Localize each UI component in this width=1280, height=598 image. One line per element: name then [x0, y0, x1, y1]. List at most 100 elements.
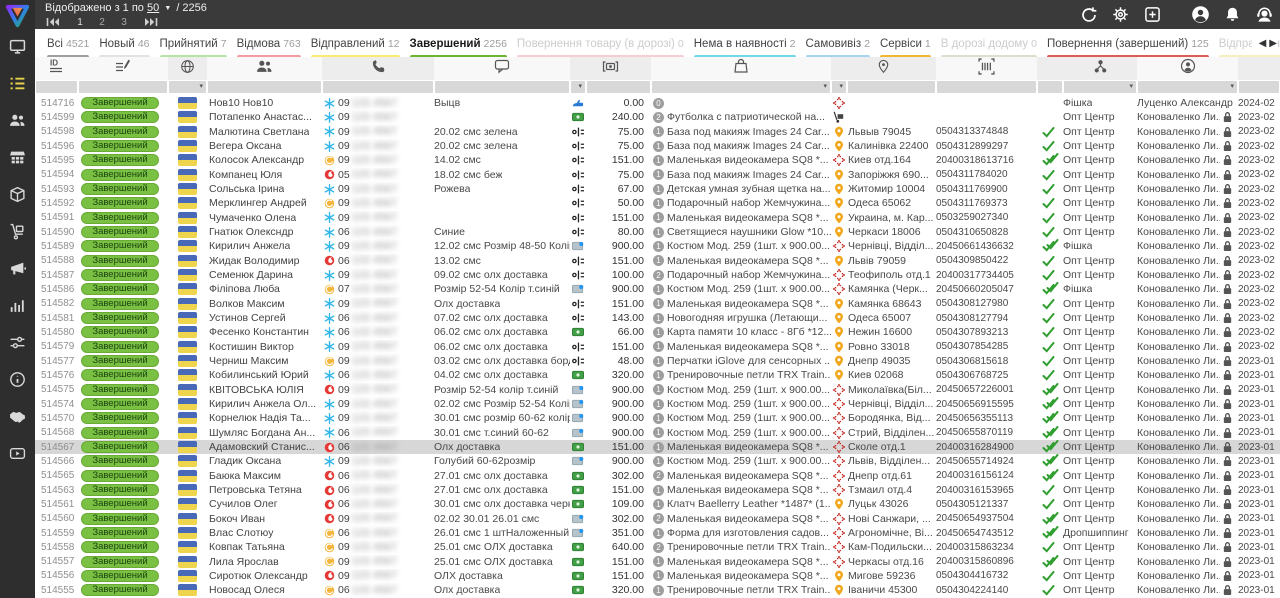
sidebar-item-products[interactable] [9, 188, 26, 205]
sidebar-item-info[interactable] [9, 373, 26, 390]
table-row[interactable]: 514575ЗавершенийКВІТОВСЬКА ЮЛІЯ09123 456… [35, 383, 1280, 397]
table-row[interactable]: 514567ЗавершенийАдамовский Станис...0612… [35, 440, 1280, 454]
table-row[interactable]: 514559ЗавершенийВлас Слотюу06123 456726.… [35, 526, 1280, 540]
table-row[interactable]: 514595ЗавершенийКолосок Александр09123 4… [35, 153, 1280, 167]
sidebar-item-marketing[interactable] [9, 262, 26, 279]
table-row[interactable]: 514591ЗавершенийЧумаченко Олена09123 456… [35, 211, 1280, 225]
first-page-icon[interactable] [45, 17, 61, 28]
table-row[interactable]: 514568ЗавершенийШумляс Богдана Ан...0612… [35, 426, 1280, 440]
table-row[interactable]: 514556ЗавершенийСиротюк Олександр09123 4… [35, 569, 1280, 583]
table-row[interactable]: 514557ЗавершенийЛила Ярослав09123 456725… [35, 555, 1280, 569]
filter-dropdown-source[interactable]: ▾ [1064, 81, 1136, 93]
filter-input-date[interactable] [1239, 81, 1279, 93]
filter-dropdown-country[interactable]: ▾ [169, 81, 206, 93]
table-row[interactable]: 514589ЗавершенийКирилич Анжела09123 4567… [35, 239, 1280, 253]
notifications-bell-icon[interactable] [1223, 5, 1242, 24]
column-header-status[interactable] [78, 57, 168, 80]
tab-повернення-товару-в-дорозі-[interactable]: Повернення товару (в дорозі)0 [517, 29, 684, 57]
tab-в-дорозі-додому[interactable]: В дорозі додому0 [941, 29, 1037, 57]
filter-input-phone[interactable] [323, 81, 433, 93]
filter-input-ttn[interactable] [937, 81, 1036, 93]
refresh-icon[interactable] [1079, 5, 1098, 24]
tabs-scroll-right-icon[interactable]: ▶ [1269, 38, 1277, 49]
table-row[interactable]: 514577ЗавершенийЧерниш Максим09123 45670… [35, 354, 1280, 368]
tab-всі[interactable]: Всі4521 [47, 29, 89, 57]
table-row[interactable]: 514581ЗавершенийУстинов Сергей06123 4567… [35, 311, 1280, 325]
sidebar-item-settings[interactable] [9, 336, 26, 353]
tab-прийнятий[interactable]: Прийнятий7 [160, 29, 227, 57]
last-page-icon[interactable] [143, 17, 159, 28]
filter-input-customer[interactable] [208, 81, 321, 93]
table-row[interactable]: 514599ЗавершенийПотапенко Анастас...0912… [35, 110, 1280, 124]
column-header-ttn[interactable] [936, 57, 1037, 80]
filter-input-address[interactable] [848, 81, 935, 93]
filter-input-comment[interactable] [435, 81, 569, 93]
table-row[interactable]: 514579ЗавершенийКостишин Виктор09123 456… [35, 340, 1280, 354]
table-row[interactable]: 514582ЗавершенийВолков Максим09123 4567О… [35, 297, 1280, 311]
table-row[interactable]: 514594ЗавершенийКомпанец Юля05123 456718… [35, 168, 1280, 182]
table-row[interactable]: 514555ЗавершенийНовосад Олеся06123 4567О… [35, 583, 1280, 597]
filter-input-id[interactable] [36, 81, 77, 93]
table-row[interactable]: 514590ЗавершенийГнатюк Олексндр06123 456… [35, 225, 1280, 239]
table-row[interactable]: 514588ЗавершенийЖидак Володимир06123 456… [35, 254, 1280, 268]
tab-завершений[interactable]: Завершений2256 [410, 29, 507, 57]
column-header-country[interactable] [168, 57, 207, 80]
app-logo-icon[interactable] [4, 3, 31, 30]
add-widget-icon[interactable] [1143, 5, 1162, 24]
column-header-id[interactable]: ID [35, 57, 78, 80]
table-row[interactable]: 514574ЗавершенийКирилич Анжела Ол...0912… [35, 397, 1280, 411]
table-row[interactable]: 514565ЗавершенийБаюка Максим06123 456727… [35, 469, 1280, 483]
column-header-product[interactable] [651, 57, 831, 80]
filter-input-status[interactable] [79, 81, 167, 93]
tab-відмова[interactable]: Відмова763 [237, 29, 301, 57]
tab-нема-в-наявності[interactable]: Нема в наявності2 [694, 29, 796, 57]
table-row[interactable]: 514587ЗавершенийСеменюк Дарина09123 4567… [35, 268, 1280, 282]
tab-новый[interactable]: Новый46 [99, 29, 149, 57]
sidebar-item-partners[interactable] [9, 410, 26, 427]
filter-dropdown-payment[interactable]: ▾ [571, 81, 585, 93]
column-header-comment[interactable] [434, 57, 570, 80]
sidebar-item-customers[interactable] [9, 114, 26, 131]
column-header-check[interactable] [1037, 57, 1063, 80]
table-row[interactable]: 514593ЗавершенийСольська Ірина09123 4567… [35, 182, 1280, 196]
column-header-payment[interactable] [570, 57, 651, 80]
tab-самовивіз[interactable]: Самовивіз2 [806, 29, 870, 57]
table-row[interactable]: 514580ЗавершенийФесенко Константин06123 … [35, 325, 1280, 339]
table-row[interactable]: 514586ЗавершенийФіліпова Люба07123 4567Р… [35, 282, 1280, 296]
column-header-manager[interactable] [1137, 57, 1238, 80]
sidebar-item-dashboard[interactable] [9, 40, 26, 57]
table-row[interactable]: 514566ЗавершенийГладик Оксана09123 4567Г… [35, 454, 1280, 468]
sidebar-item-store[interactable] [9, 151, 26, 168]
table-row[interactable]: 514561ЗавершенийСучилов Олег06123 456730… [35, 497, 1280, 511]
profile-icon[interactable] [1191, 5, 1210, 24]
filter-input-check[interactable] [1038, 81, 1062, 93]
filter-dropdown-product[interactable]: ▾ [652, 81, 830, 93]
column-header-source[interactable] [1063, 57, 1137, 80]
filter-dropdown-address[interactable]: ▾ [832, 81, 846, 93]
page-number-2[interactable]: 2 [91, 17, 113, 28]
tab-сервіси[interactable]: Сервіси1 [880, 29, 931, 57]
sidebar-item-orders[interactable] [9, 77, 26, 94]
page-size-caret-icon[interactable]: ▼ [164, 5, 171, 12]
column-header-address[interactable] [831, 57, 936, 80]
gear-icon[interactable] [1111, 5, 1130, 24]
table-row[interactable]: 514598ЗавершенийМалютина Светлана09123 4… [35, 125, 1280, 139]
page-size-dropdown[interactable]: 50 [147, 2, 159, 14]
filter-dropdown-manager[interactable]: ▾ [1138, 81, 1237, 93]
support-headset-icon[interactable] [1255, 5, 1274, 24]
tab-відправлений[interactable]: Відправлений12 [311, 29, 400, 57]
sidebar-item-video-help[interactable] [9, 447, 26, 464]
table-row[interactable]: 514716ЗавершенийНов10 Нов1009123 4567Выц… [35, 96, 1280, 110]
sidebar-item-statistics[interactable] [9, 299, 26, 316]
table-row[interactable]: 514558ЗавершенийКовпак Татьяна09123 4567… [35, 540, 1280, 554]
column-header-phone[interactable] [322, 57, 434, 80]
column-header-date[interactable] [1238, 57, 1280, 80]
column-header-customer[interactable] [207, 57, 322, 80]
table-row[interactable]: 514576ЗавершенийКобилинський Юрий06123 4… [35, 368, 1280, 382]
page-number-3[interactable]: 3 [113, 17, 135, 28]
tab-повернення-завершений-[interactable]: Повернення (завершений)125 [1047, 29, 1209, 57]
table-row[interactable]: 514563ЗавершенийПетровська Тетяна06123 4… [35, 483, 1280, 497]
table-row[interactable]: 514560ЗавершенийБокоч Иван09123 456702.0… [35, 512, 1280, 526]
tabs-scroll-left-icon[interactable]: ◀ [1259, 38, 1267, 49]
table-row[interactable]: 514596ЗавершенийВегера Оксана09123 45672… [35, 139, 1280, 153]
